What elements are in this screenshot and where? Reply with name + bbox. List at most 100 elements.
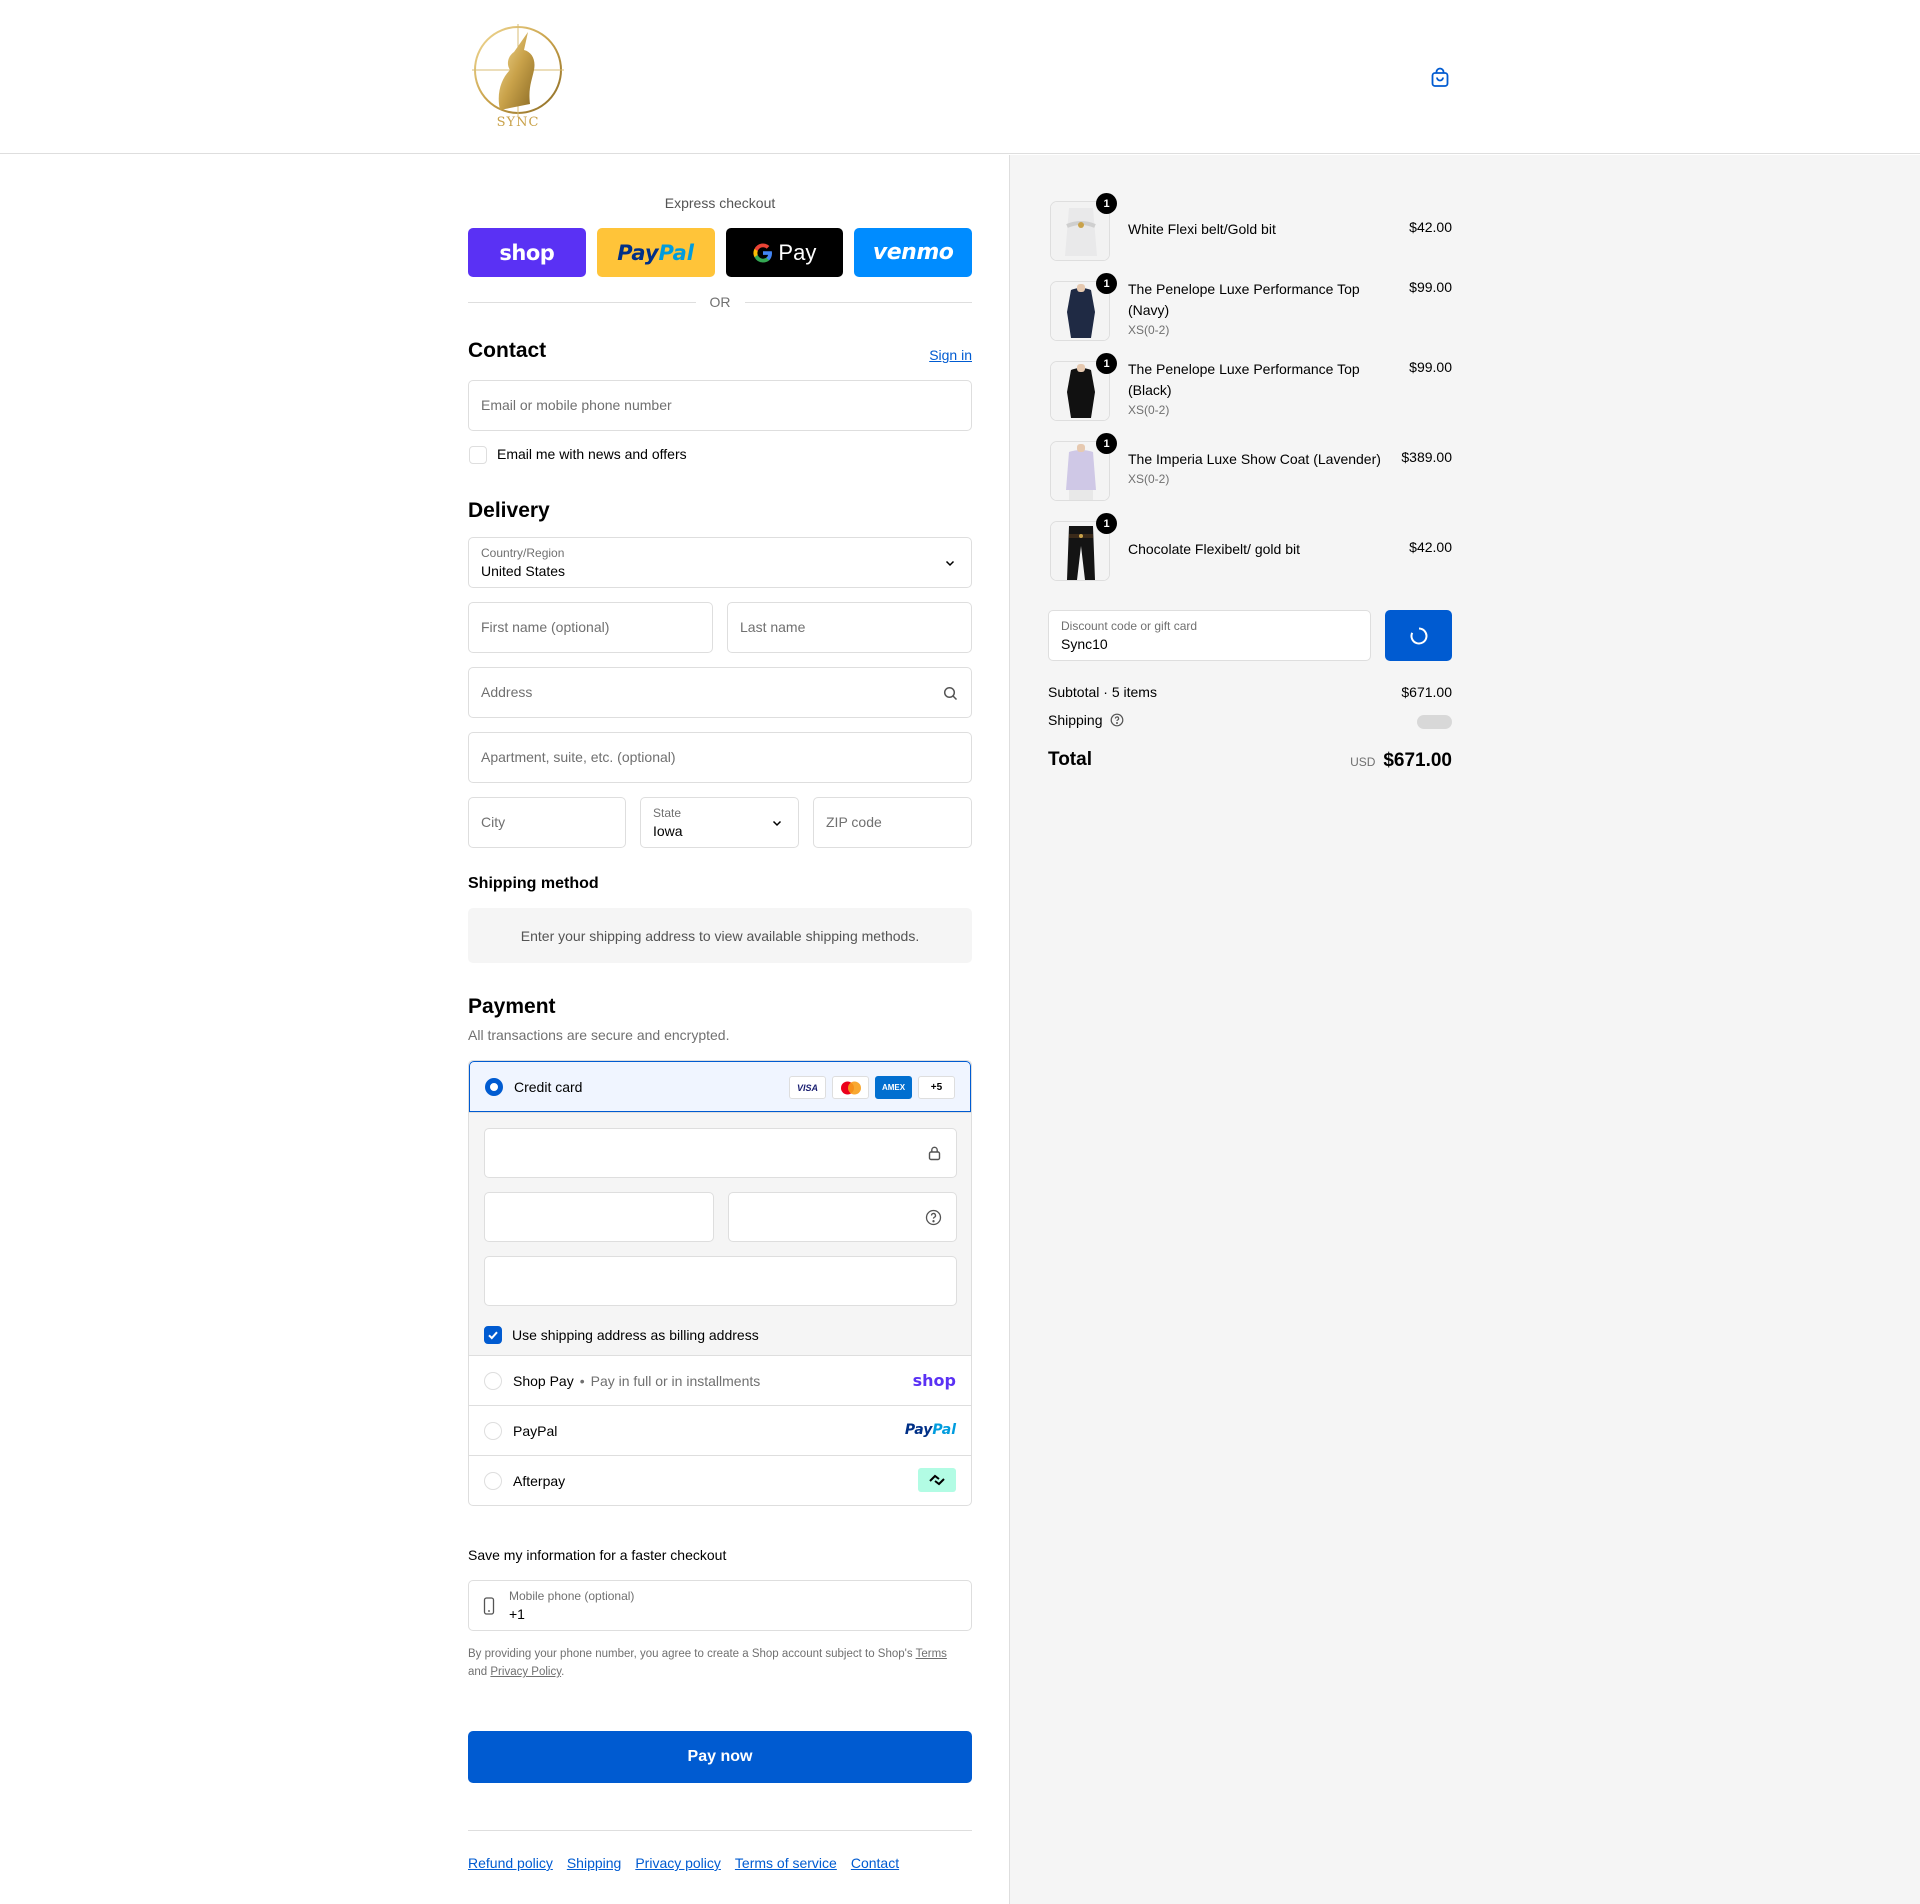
billing-label: Use shipping address as billing address (512, 1327, 759, 1343)
news-checkbox[interactable] (469, 446, 487, 464)
google-g-icon (753, 242, 773, 263)
credit-card-form: Use shipping address as billing address (469, 1112, 971, 1355)
item-price: $42.00 (1409, 219, 1452, 235)
google-pay-express-button[interactable]: Pay (725, 228, 844, 277)
paypal-express-button[interactable]: Pay Pal (596, 228, 715, 277)
contact-heading: Contact (468, 339, 547, 362)
subtotal-value: $671.00 (1401, 684, 1452, 700)
shop-pay-option[interactable]: Shop Pay • Pay in full or in installment… (469, 1355, 971, 1405)
chevron-down-icon (941, 554, 959, 572)
state-select[interactable]: State Iowa (640, 797, 799, 848)
paypal-radio[interactable] (484, 1422, 502, 1440)
bag-icon (1431, 67, 1449, 87)
save-info-heading: Save my information for a faster checkou… (468, 1547, 727, 1563)
total-value: $671.00 (1383, 750, 1452, 771)
terms-link[interactable]: Terms (916, 1648, 947, 1660)
or-divider: OR (468, 294, 972, 310)
paypal-logo: PayPal (904, 1422, 956, 1438)
news-label: Email me with news and offers (497, 446, 687, 462)
search-icon (941, 684, 959, 702)
terms-of-service-link[interactable]: Terms of service (735, 1855, 837, 1871)
sign-in-link[interactable]: Sign in (929, 347, 972, 363)
afterpay-logo-icon (918, 1468, 956, 1492)
payment-methods: Credit card VISA AMEX +5 Use shipping ad… (468, 1060, 972, 1506)
subtotal-row: Subtotal · 5 items $671.00 (1048, 684, 1452, 700)
item-name: The Penelope Luxe Performance Top (Navy) (1128, 281, 1360, 318)
discount-code-field[interactable]: Discount code or gift card Sync10 (1048, 610, 1371, 661)
credit-card-radio[interactable] (485, 1078, 503, 1096)
chevron-down-icon (768, 814, 786, 832)
help-circle-icon[interactable] (1110, 713, 1124, 730)
venmo-express-button[interactable]: venmo (854, 228, 972, 277)
item-name: The Penelope Luxe Performance Top (Black… (1128, 361, 1360, 398)
express-checkout-title: Express checkout (664, 195, 776, 211)
name-on-card-field[interactable] (484, 1256, 957, 1306)
quantity-badge: 1 (1096, 353, 1117, 374)
quantity-badge: 1 (1096, 433, 1117, 454)
item-name: Chocolate Flexibelt/ gold bit (1128, 541, 1300, 557)
card-brand-logos: VISA AMEX +5 (789, 1076, 955, 1099)
payment-subtitle: All transactions are secure and encrypte… (468, 1027, 730, 1043)
shipping-method-message: Enter your shipping address to view avai… (468, 908, 972, 963)
more-cards-badge: +5 (918, 1076, 955, 1099)
item-variant: XS(0-2) (1128, 403, 1170, 417)
help-circle-icon[interactable] (925, 1209, 942, 1229)
lock-icon (927, 1145, 942, 1164)
security-code-field[interactable] (728, 1192, 957, 1242)
quantity-badge: 1 (1096, 193, 1117, 214)
refund-policy-link[interactable]: Refund policy (468, 1855, 553, 1871)
item-price: $99.00 (1409, 359, 1452, 375)
sync-logo[interactable]: SYNC (470, 22, 566, 130)
subtotal-label: Subtotal · 5 items (1048, 684, 1157, 700)
afterpay-radio[interactable] (484, 1472, 502, 1490)
credit-card-option[interactable]: Credit card VISA AMEX +5 (469, 1061, 971, 1112)
email-field[interactable]: Email or mobile phone number (468, 380, 972, 431)
expiration-field[interactable] (484, 1192, 714, 1242)
quantity-badge: 1 (1096, 273, 1117, 294)
apply-discount-button[interactable] (1385, 610, 1452, 661)
quantity-badge: 1 (1096, 513, 1117, 534)
zip-field[interactable]: ZIP code (813, 797, 972, 848)
express-checkout-buttons: shop Pay Pal Pay venmo (468, 228, 972, 277)
shop-pay-radio[interactable] (484, 1372, 502, 1390)
card-number-field[interactable] (484, 1128, 957, 1178)
total-row: Total USD $671.00 (1048, 749, 1452, 775)
afterpay-option[interactable]: Afterpay (469, 1455, 971, 1505)
shop-logo: shop (912, 1371, 956, 1390)
shipping-method-heading: Shipping method (468, 875, 599, 892)
mobile-phone-field[interactable]: Mobile phone (optional) +1 (468, 1580, 972, 1631)
shipping-loading-placeholder (1417, 715, 1452, 729)
paypal-option[interactable]: PayPal PayPal (469, 1405, 971, 1455)
shipping-row: Shipping (1048, 712, 1452, 730)
address-field[interactable]: Address (468, 667, 972, 718)
item-price: $42.00 (1409, 539, 1452, 555)
payment-heading: Payment (468, 995, 556, 1018)
country-select[interactable]: Country/Region United States (468, 537, 972, 588)
item-name: The Imperia Luxe Show Coat (Lavender) (1128, 451, 1381, 467)
privacy-policy-link[interactable]: Privacy Policy (490, 1666, 561, 1678)
first-name-field[interactable]: First name (optional) (468, 602, 713, 653)
shop-pay-express-button[interactable]: shop (468, 228, 586, 277)
cart-button[interactable] (1426, 64, 1454, 92)
billing-checkbox[interactable] (484, 1326, 502, 1344)
checkmark-icon (488, 1331, 498, 1340)
shipping-link[interactable]: Shipping (567, 1855, 622, 1871)
shop-disclaimer: By providing your phone number, you agre… (468, 1648, 947, 1678)
visa-icon: VISA (789, 1076, 826, 1099)
logo-text: SYNC (497, 115, 540, 130)
last-name-field[interactable]: Last name (727, 602, 972, 653)
item-variant: XS(0-2) (1128, 472, 1170, 486)
city-field[interactable]: City (468, 797, 626, 848)
pay-now-button[interactable]: Pay now (468, 1731, 972, 1783)
contact-link[interactable]: Contact (851, 1855, 899, 1871)
amex-icon: AMEX (875, 1076, 912, 1099)
footer-divider (468, 1830, 972, 1831)
privacy-policy-footer-link[interactable]: Privacy policy (635, 1855, 721, 1871)
shipping-label: Shipping (1048, 712, 1103, 728)
total-label: Total (1048, 749, 1092, 770)
item-variant: XS(0-2) (1128, 323, 1170, 337)
item-price: $389.00 (1401, 449, 1452, 465)
apartment-field[interactable]: Apartment, suite, etc. (optional) (468, 732, 972, 783)
footer-links: Refund policy Shipping Privacy policy Te… (468, 1855, 899, 1871)
loading-spinner-icon (1410, 627, 1427, 644)
